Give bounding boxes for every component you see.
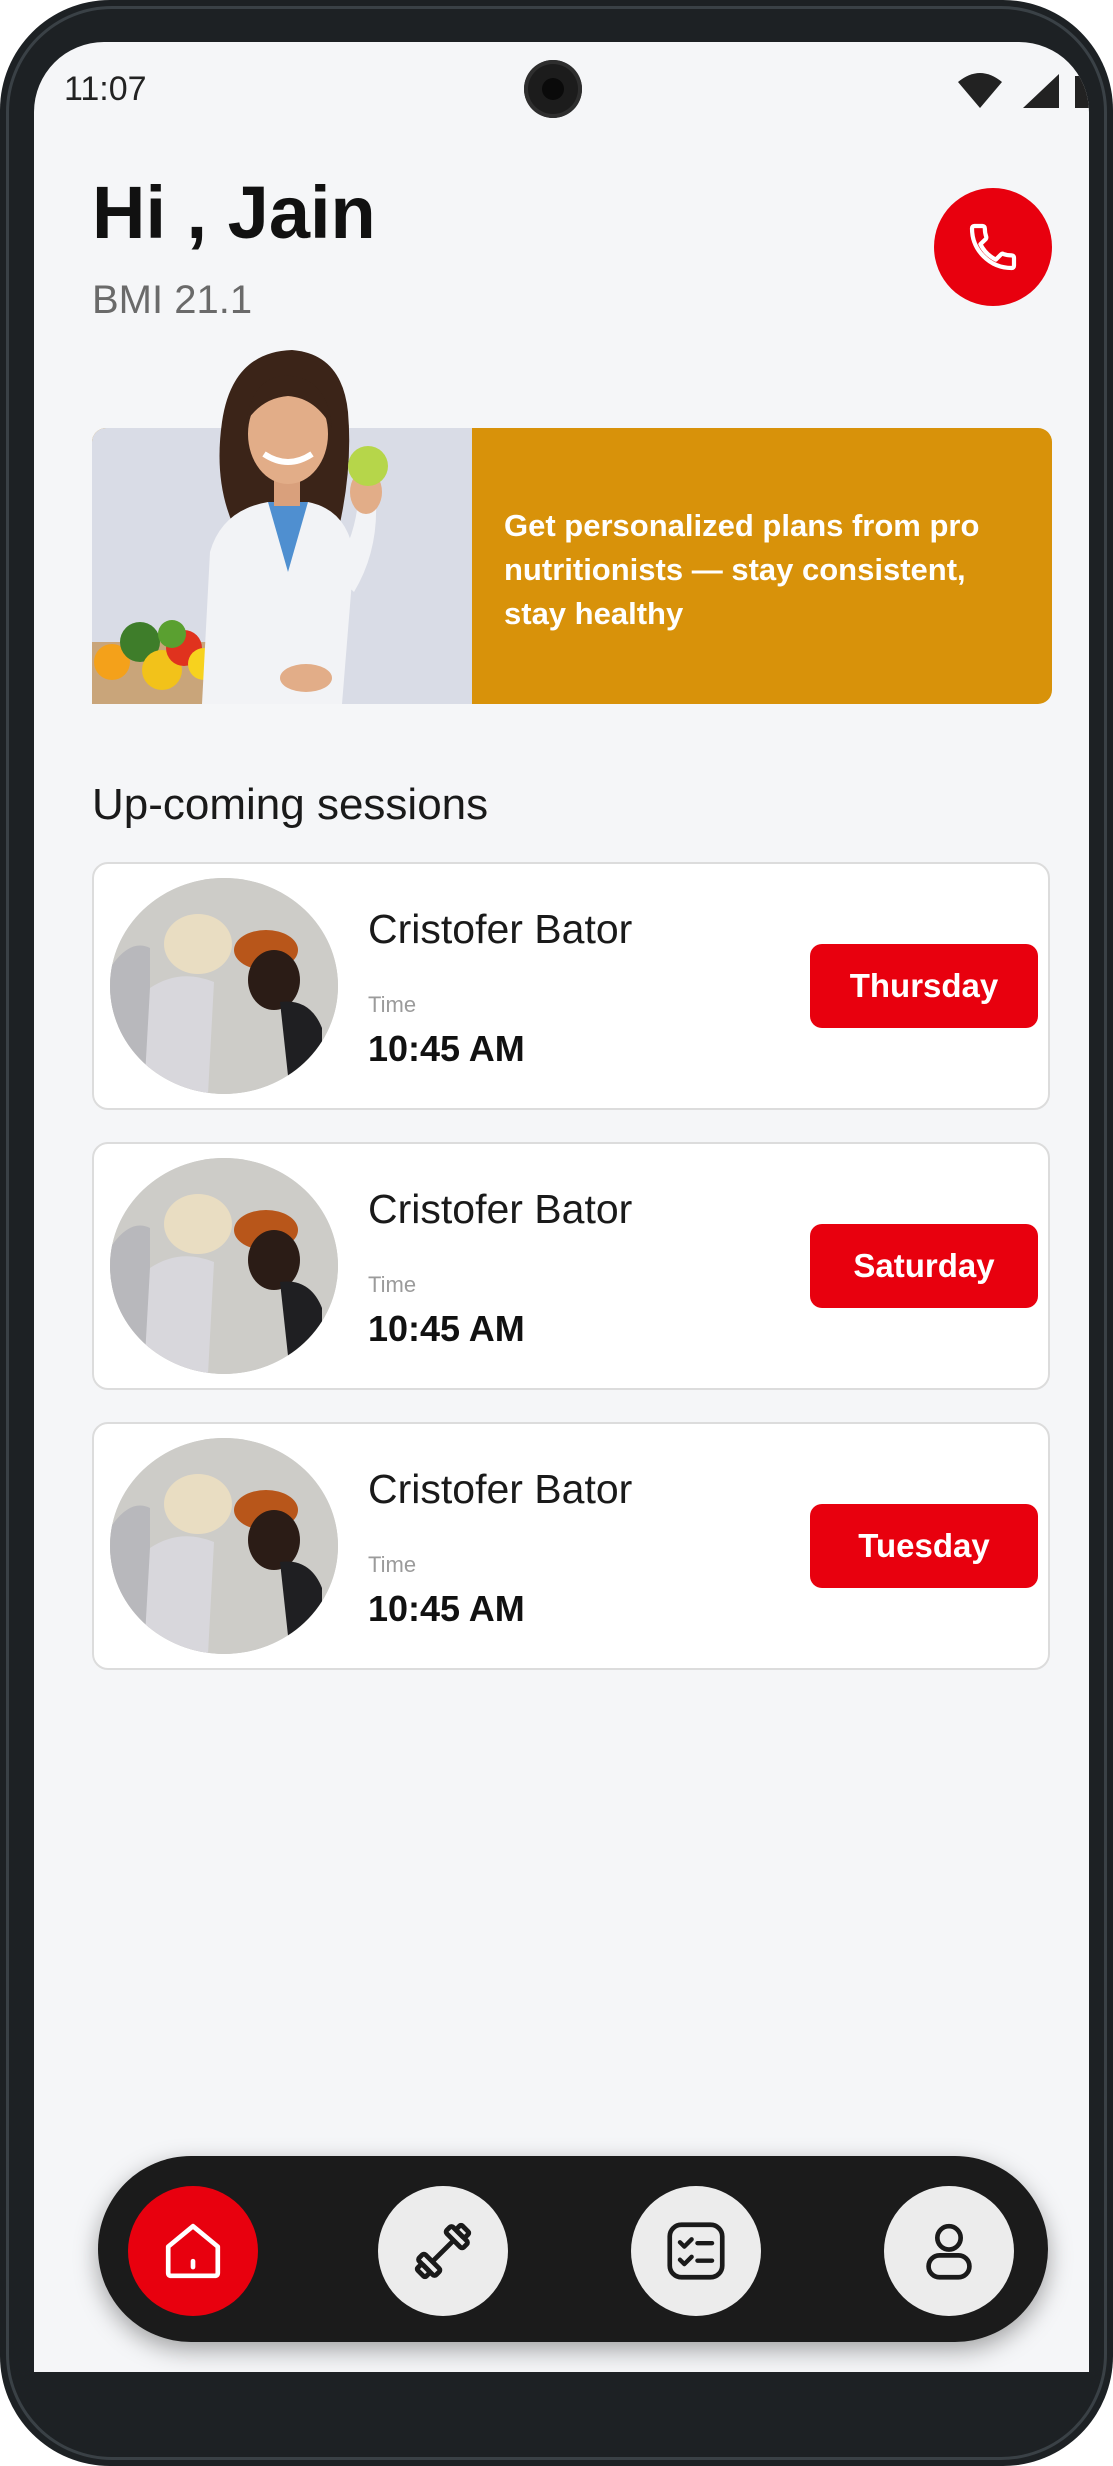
time-label: Time — [368, 1272, 417, 1297]
nutritionist-illustration — [92, 350, 388, 704]
bottom-nav — [98, 2156, 1048, 2342]
avatar — [110, 1158, 338, 1374]
phone-icon — [969, 223, 1017, 271]
session-time: 10:45 AM — [368, 1308, 525, 1349]
trainer-name: Cristofer Bator — [368, 906, 633, 952]
day-button[interactable]: Tuesday — [810, 1504, 1038, 1588]
checklist-icon — [667, 2222, 725, 2280]
day-button[interactable]: Saturday — [810, 1224, 1038, 1308]
session-card[interactable]: Cristofer Bator Time 10:45 AM Tuesday — [92, 1422, 1050, 1670]
status-icons — [956, 72, 1089, 112]
session-time: 10:45 AM — [368, 1588, 525, 1629]
trainer-name: Cristofer Bator — [368, 1186, 633, 1232]
home-icon — [165, 2223, 221, 2279]
phone-frame: 11:07 Hi , Jain BMI 21.1 Get personalize… — [0, 0, 1113, 2466]
greeting-title: Hi , Jain — [92, 171, 376, 254]
time-label: Time — [368, 992, 417, 1017]
time-label: Time — [368, 1552, 417, 1577]
promo-banner[interactable]: Get personalized plans from pro nutritio… — [92, 350, 1052, 704]
app-screen: 11:07 Hi , Jain BMI 21.1 Get personalize… — [34, 42, 1089, 2372]
session-card[interactable]: Cristofer Bator Time 10:45 AM Thursday — [92, 862, 1050, 1110]
avatar — [110, 1438, 338, 1654]
dumbbell-icon — [414, 2222, 472, 2280]
nav-profile-button[interactable] — [884, 2186, 1014, 2316]
bmi-value: BMI 21.1 — [92, 278, 253, 322]
nav-workout-button[interactable] — [378, 2186, 508, 2316]
session-card[interactable]: Cristofer Bator Time 10:45 AM Saturday — [92, 1142, 1050, 1390]
sessions-title: Up-coming sessions — [92, 780, 489, 829]
status-time: 11:07 — [64, 70, 147, 108]
profile-icon — [926, 2223, 972, 2280]
front-camera — [524, 60, 582, 118]
nav-plan-button[interactable] — [631, 2186, 761, 2316]
day-button[interactable]: Thursday — [810, 944, 1038, 1028]
banner-text: Get personalized plans from pro nutritio… — [504, 508, 980, 631]
battery-icon — [1075, 76, 1089, 108]
wifi-icon — [958, 73, 1003, 108]
call-button[interactable] — [934, 188, 1052, 306]
trainer-name: Cristofer Bator — [368, 1466, 633, 1512]
session-time: 10:45 AM — [368, 1028, 525, 1069]
signal-icon — [1022, 74, 1059, 108]
avatar — [110, 878, 338, 1094]
nav-home-button[interactable] — [128, 2186, 258, 2316]
